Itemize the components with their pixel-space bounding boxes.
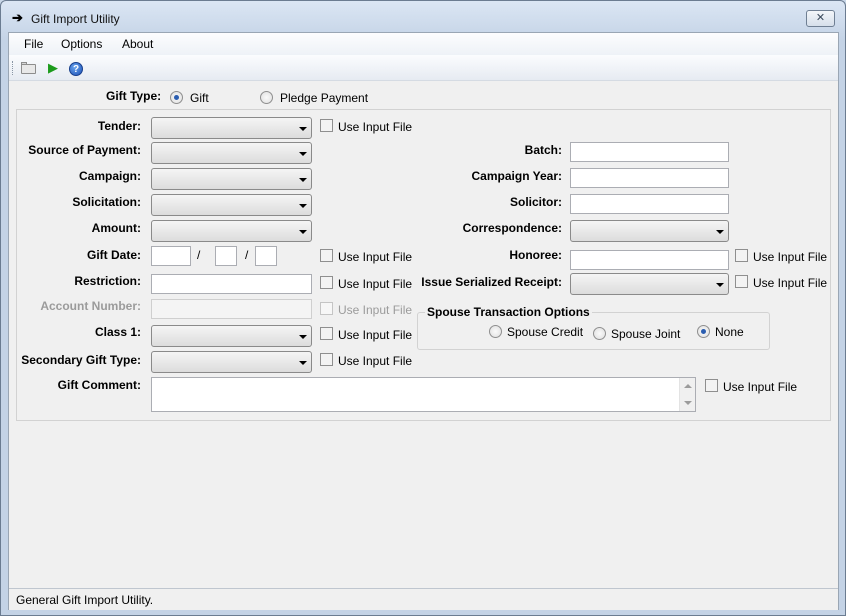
menu-about[interactable]: About	[122, 37, 153, 51]
gift-date-day-input[interactable]	[215, 246, 237, 266]
close-button[interactable]: ✕	[806, 10, 835, 27]
campaign-label: Campaign:	[78, 169, 141, 183]
gift-type-pledge-radio[interactable]	[260, 91, 273, 104]
chevron-down-icon	[716, 230, 724, 234]
source-of-payment-label: Source of Payment:	[28, 143, 141, 157]
spouse-joint-label: Spouse Joint	[611, 327, 681, 341]
gift-type-gift-label: Gift	[190, 91, 209, 105]
gift-date-use-input-file-checkbox[interactable]	[320, 249, 333, 262]
spouse-credit-label: Spouse Credit	[507, 325, 584, 339]
window-title: Gift Import Utility	[31, 12, 120, 26]
tender-combo[interactable]	[151, 117, 312, 139]
restriction-use-input-file-checkbox[interactable]	[320, 276, 333, 289]
tender-use-input-file-checkbox[interactable]	[320, 119, 333, 132]
correspondence-combo[interactable]	[570, 220, 729, 242]
gift-comment-label: Gift Comment:	[57, 378, 141, 392]
scroll-up-icon[interactable]	[684, 384, 692, 388]
gift-date-year-input[interactable]	[255, 246, 277, 266]
account-number-label: Account Number:	[40, 299, 141, 313]
amount-combo[interactable]	[151, 220, 312, 242]
title-bar: ➔ Gift Import Utility ✕	[1, 1, 845, 33]
class-1-use-input-file-label: Use Input File	[338, 328, 413, 342]
gift-comment-textarea[interactable]	[151, 377, 696, 412]
menu-options[interactable]: Options	[61, 37, 102, 51]
chevron-down-icon	[299, 335, 307, 339]
honoree-use-input-file-checkbox[interactable]	[735, 249, 748, 262]
secondary-gift-type-use-input-file-checkbox[interactable]	[320, 353, 333, 366]
batch-label: Batch:	[524, 143, 562, 157]
toolbar: ▶ ?	[9, 55, 838, 81]
run-icon[interactable]: ▶	[44, 59, 62, 77]
tender-label: Tender:	[97, 119, 141, 133]
open-folder-icon[interactable]	[19, 59, 37, 77]
chevron-down-icon	[299, 230, 307, 234]
chevron-down-icon	[299, 361, 307, 365]
spouse-joint-radio[interactable]	[593, 327, 606, 340]
date-separator: /	[245, 248, 249, 262]
account-number-use-input-file-checkbox	[320, 302, 333, 315]
gift-date-label: Gift Date:	[87, 248, 141, 262]
status-text: General Gift Import Utility.	[16, 593, 154, 607]
campaign-combo[interactable]	[151, 168, 312, 190]
chevron-down-icon	[299, 178, 307, 182]
client-area: File Options About ▶ ? Gift Type: Gift P…	[8, 32, 839, 610]
campaign-year-input[interactable]	[570, 168, 729, 188]
chevron-down-icon	[716, 283, 724, 287]
solicitor-input[interactable]	[570, 194, 729, 214]
gift-comment-use-input-file-label: Use Input File	[723, 380, 798, 394]
amount-label: Amount:	[91, 221, 141, 235]
help-icon[interactable]: ?	[67, 59, 85, 77]
gift-comment-scrollbar[interactable]	[679, 378, 695, 411]
status-bar: General Gift Import Utility.	[9, 588, 838, 610]
class-1-use-input-file-checkbox[interactable]	[320, 327, 333, 340]
spouse-credit-radio[interactable]	[489, 325, 502, 338]
campaign-year-label: Campaign Year:	[471, 169, 562, 183]
arrow-right-icon: ➔	[12, 10, 23, 25]
correspondence-label: Correspondence:	[462, 221, 562, 235]
solicitation-label: Solicitation:	[72, 195, 141, 209]
chevron-down-icon	[299, 127, 307, 131]
receipt-use-input-file-checkbox[interactable]	[735, 275, 748, 288]
scroll-down-icon[interactable]	[684, 401, 692, 405]
chevron-down-icon	[299, 152, 307, 156]
restriction-label: Restriction:	[74, 274, 141, 288]
honoree-use-input-file-label: Use Input File	[753, 250, 828, 264]
date-separator: /	[197, 248, 201, 262]
solicitation-combo[interactable]	[151, 194, 312, 216]
source-of-payment-combo[interactable]	[151, 142, 312, 164]
class-1-label: Class 1:	[94, 325, 141, 339]
tender-use-input-file-label: Use Input File	[338, 120, 413, 134]
honoree-label: Honoree:	[509, 248, 562, 262]
spouse-none-label: None	[715, 325, 744, 339]
menu-bar: File Options About	[9, 33, 838, 55]
app-window: ➔ Gift Import Utility ✕ File Options Abo…	[0, 0, 846, 616]
solicitor-label: Solicitor:	[509, 195, 562, 209]
gift-date-use-input-file-label: Use Input File	[338, 250, 413, 264]
honoree-input[interactable]	[570, 250, 729, 270]
account-number-use-input-file-label: Use Input File	[338, 303, 413, 317]
secondary-gift-type-use-input-file-label: Use Input File	[338, 354, 413, 368]
receipt-use-input-file-label: Use Input File	[753, 276, 828, 290]
account-number-input	[151, 299, 312, 319]
toolbar-grip[interactable]	[12, 61, 15, 75]
restriction-use-input-file-label: Use Input File	[338, 277, 413, 291]
issue-serialized-receipt-combo[interactable]	[570, 273, 729, 295]
spouse-options-title: Spouse Transaction Options	[425, 305, 592, 319]
gift-type-pledge-label: Pledge Payment	[280, 91, 369, 105]
secondary-gift-type-label: Secondary Gift Type:	[21, 353, 141, 367]
batch-input[interactable]	[570, 142, 729, 162]
menu-file[interactable]: File	[24, 37, 43, 51]
chevron-down-icon	[299, 204, 307, 208]
gift-type-gift-radio[interactable]	[170, 91, 183, 104]
class-1-combo[interactable]	[151, 325, 312, 347]
spouse-none-radio[interactable]	[697, 325, 710, 338]
gift-date-month-input[interactable]	[151, 246, 191, 266]
restriction-input[interactable]	[151, 274, 312, 294]
gift-comment-use-input-file-checkbox[interactable]	[705, 379, 718, 392]
issue-serialized-receipt-label: Issue Serialized Receipt:	[421, 275, 562, 289]
secondary-gift-type-combo[interactable]	[151, 351, 312, 373]
gift-type-label: Gift Type:	[106, 89, 162, 103]
